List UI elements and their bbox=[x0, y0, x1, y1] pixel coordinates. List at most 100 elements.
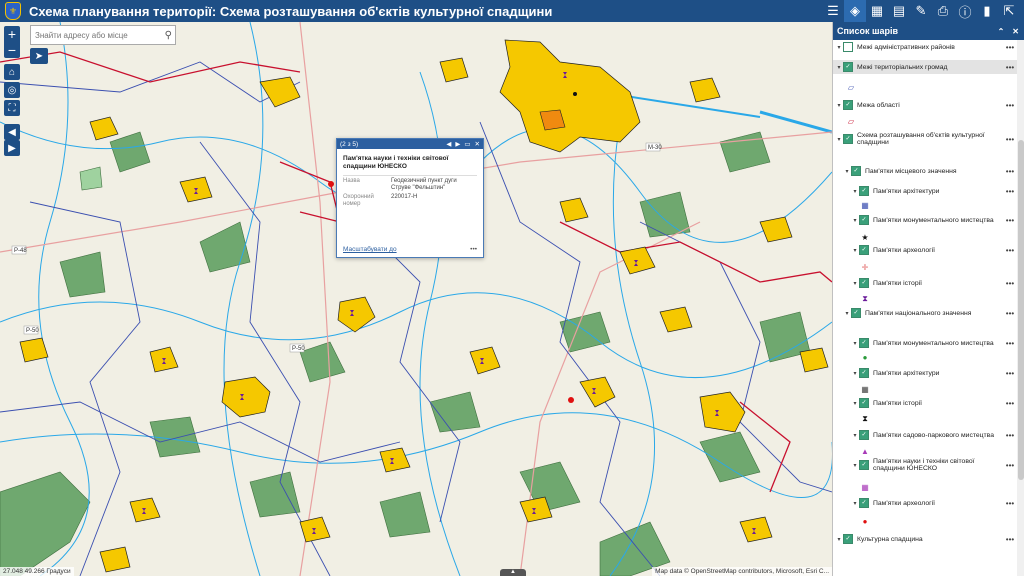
forward-extent-button[interactable]: ▶ bbox=[4, 140, 20, 156]
scrollbar-thumb[interactable] bbox=[1018, 140, 1024, 480]
layer-options-button[interactable]: ••• bbox=[1003, 431, 1017, 440]
layer-checkbox[interactable]: ✓ bbox=[859, 215, 869, 225]
layer-options-button[interactable]: ••• bbox=[1003, 63, 1017, 72]
fullscreen-button[interactable]: ⛶ bbox=[4, 100, 20, 116]
layer-checkbox[interactable]: ✓ bbox=[859, 498, 869, 508]
layer-options-button[interactable]: ••• bbox=[1003, 246, 1017, 255]
layer-options-button[interactable]: ••• bbox=[1003, 499, 1017, 508]
layer-item[interactable]: ▾ ✓ Межі територіальних громад ••• bbox=[833, 60, 1017, 74]
bookmark-icon[interactable]: ▮ bbox=[976, 0, 998, 22]
expand-arrow-icon[interactable]: ▾ bbox=[851, 280, 859, 287]
expand-arrow-icon[interactable]: ▾ bbox=[851, 188, 859, 195]
layer-options-button[interactable]: ••• bbox=[1003, 187, 1017, 196]
info-icon[interactable]: ⓘ bbox=[954, 0, 976, 22]
layer-checkbox[interactable]: ✓ bbox=[859, 338, 869, 348]
layer-options-button[interactable]: ••• bbox=[1003, 535, 1017, 544]
search-icon[interactable]: ⚲ bbox=[165, 30, 172, 41]
layer-checkbox[interactable] bbox=[843, 42, 853, 52]
expand-arrow-icon[interactable]: ▾ bbox=[843, 310, 851, 317]
layer-options-button[interactable]: ••• bbox=[1003, 101, 1017, 110]
expand-arrow-icon[interactable]: ▾ bbox=[851, 217, 859, 224]
popup-next-button[interactable]: ▶ bbox=[455, 140, 460, 148]
layer-item[interactable]: ▾ ✓ Схема розташування об'єктів культурної… bbox=[833, 132, 1017, 146]
layer-item[interactable]: ▾ ✓ Культурна спадщина ••• bbox=[833, 532, 1017, 546]
locate-button[interactable]: ◎ bbox=[4, 82, 20, 98]
layer-item[interactable]: ▾ ✓ Пам'ятки архітектури ••• bbox=[833, 184, 1017, 198]
layer-item[interactable]: ▾ ✓ Пам'ятки монументального мистецтва ••• bbox=[833, 213, 1017, 227]
layer-item[interactable]: ▾ Межі адміністративних районів ••• bbox=[833, 40, 1017, 54]
layer-item[interactable]: ▾ ✓ Пам'ятки архітектури ••• bbox=[833, 366, 1017, 380]
layer-checkbox[interactable]: ✓ bbox=[843, 534, 853, 544]
attribute-table-toggle[interactable]: ▲ bbox=[500, 569, 526, 576]
list-icon[interactable]: ☰ bbox=[822, 0, 844, 22]
collapse-panel-icon[interactable]: ⌃ bbox=[998, 27, 1005, 36]
zoom-out-button[interactable]: − bbox=[4, 42, 20, 58]
layer-item[interactable]: ▾ ✓ Пам'ятки національного значення ••• bbox=[833, 306, 1017, 320]
layer-checkbox[interactable]: ✓ bbox=[859, 186, 869, 196]
layer-checkbox[interactable]: ✓ bbox=[851, 308, 861, 318]
share-icon[interactable]: ⇱ bbox=[998, 0, 1020, 22]
layer-checkbox[interactable]: ✓ bbox=[851, 166, 861, 176]
panel-scrollbar[interactable] bbox=[1017, 40, 1024, 576]
basemap-icon[interactable]: ▦ bbox=[866, 0, 888, 22]
layer-checkbox[interactable]: ✓ bbox=[859, 278, 869, 288]
table-icon[interactable]: ▤ bbox=[888, 0, 910, 22]
layer-label: Межі адміністративних районів bbox=[857, 43, 955, 51]
draw-icon[interactable]: ✎ bbox=[910, 0, 932, 22]
layer-options-button[interactable]: ••• bbox=[1003, 279, 1017, 288]
expand-arrow-icon[interactable]: ▾ bbox=[851, 462, 859, 469]
zoom-to-link[interactable]: Масштабувати до bbox=[343, 246, 397, 253]
layer-item[interactable]: ▾ ✓ Пам'ятки місцевого значення ••• bbox=[833, 164, 1017, 178]
layer-checkbox[interactable]: ✓ bbox=[843, 62, 853, 72]
layers-icon[interactable]: ◈ bbox=[844, 0, 866, 22]
layer-item[interactable]: ▾ ✓ Пам'ятки археології ••• bbox=[833, 496, 1017, 510]
expand-arrow-icon[interactable]: ▾ bbox=[851, 370, 859, 377]
layer-options-button[interactable]: ••• bbox=[1003, 167, 1017, 176]
layer-checkbox[interactable]: ✓ bbox=[859, 368, 869, 378]
layer-options-button[interactable]: ••• bbox=[1003, 369, 1017, 378]
expand-arrow-icon[interactable]: ▾ bbox=[851, 432, 859, 439]
map-view[interactable]: M-30 P-50 P-48 P-50 + − ⌂ ◎ ⛶ ◀ ▶ ⚲ ➤ (2… bbox=[0, 22, 832, 576]
layer-checkbox[interactable]: ✓ bbox=[843, 100, 853, 110]
layer-checkbox[interactable]: ✓ bbox=[859, 430, 869, 440]
close-panel-icon[interactable]: ✕ bbox=[1012, 27, 1019, 36]
popup-close-button[interactable]: ✕ bbox=[475, 140, 480, 148]
layer-checkbox[interactable]: ✓ bbox=[843, 134, 853, 144]
layer-options-button[interactable]: ••• bbox=[1003, 216, 1017, 225]
expand-arrow-icon[interactable]: ▾ bbox=[843, 168, 851, 175]
expand-arrow-icon[interactable]: ▾ bbox=[851, 340, 859, 347]
layer-options-button[interactable]: ••• bbox=[1003, 43, 1017, 52]
layer-checkbox[interactable]: ✓ bbox=[859, 245, 869, 255]
layer-item[interactable]: ▾ ✓ Пам'ятки садово-паркового мистецтва ••• bbox=[833, 428, 1017, 442]
expand-arrow-icon[interactable]: ▾ bbox=[835, 64, 843, 71]
layer-options-button[interactable]: ••• bbox=[1003, 339, 1017, 348]
layer-item[interactable]: ▾ ✓ Пам'ятки науки і техніки світової спад… bbox=[833, 458, 1017, 472]
layer-options-button[interactable]: ••• bbox=[1003, 399, 1017, 408]
layer-options-button[interactable]: ••• bbox=[1003, 309, 1017, 318]
layer-item[interactable]: ▾ ✓ Пам'ятки археології ••• bbox=[833, 243, 1017, 257]
layer-item[interactable]: ▾ ✓ Пам'ятки монументального мистецтва ••• bbox=[833, 336, 1017, 350]
layer-options-button[interactable]: ••• bbox=[1003, 461, 1017, 470]
layer-item[interactable]: ▾ ✓ Межа області ••• bbox=[833, 98, 1017, 112]
zoom-in-button[interactable]: + bbox=[4, 26, 20, 42]
my-location-button[interactable]: ➤ bbox=[30, 48, 48, 64]
print-icon[interactable]: ⎙ bbox=[932, 0, 954, 22]
layer-checkbox[interactable]: ✓ bbox=[859, 398, 869, 408]
expand-arrow-icon[interactable]: ▾ bbox=[851, 400, 859, 407]
layer-options-button[interactable]: ••• bbox=[1003, 135, 1017, 144]
popup-more-button[interactable]: ••• bbox=[470, 246, 477, 253]
expand-arrow-icon[interactable]: ▾ bbox=[835, 536, 843, 543]
expand-arrow-icon[interactable]: ▾ bbox=[851, 500, 859, 507]
search-input[interactable] bbox=[31, 29, 157, 41]
home-button[interactable]: ⌂ bbox=[4, 64, 20, 80]
layer-item[interactable]: ▾ ✓ Пам'ятки історії ••• bbox=[833, 396, 1017, 410]
popup-prev-button[interactable]: ◀ bbox=[446, 140, 451, 148]
expand-arrow-icon[interactable]: ▾ bbox=[835, 136, 843, 143]
expand-arrow-icon[interactable]: ▾ bbox=[835, 44, 843, 51]
expand-arrow-icon[interactable]: ▾ bbox=[851, 247, 859, 254]
layer-checkbox[interactable]: ✓ bbox=[859, 460, 869, 470]
expand-arrow-icon[interactable]: ▾ bbox=[835, 102, 843, 109]
popup-maximize-button[interactable]: ▭ bbox=[464, 140, 470, 148]
layer-item[interactable]: ▾ ✓ Пам'ятки історії ••• bbox=[833, 276, 1017, 290]
back-extent-button[interactable]: ◀ bbox=[4, 124, 20, 140]
